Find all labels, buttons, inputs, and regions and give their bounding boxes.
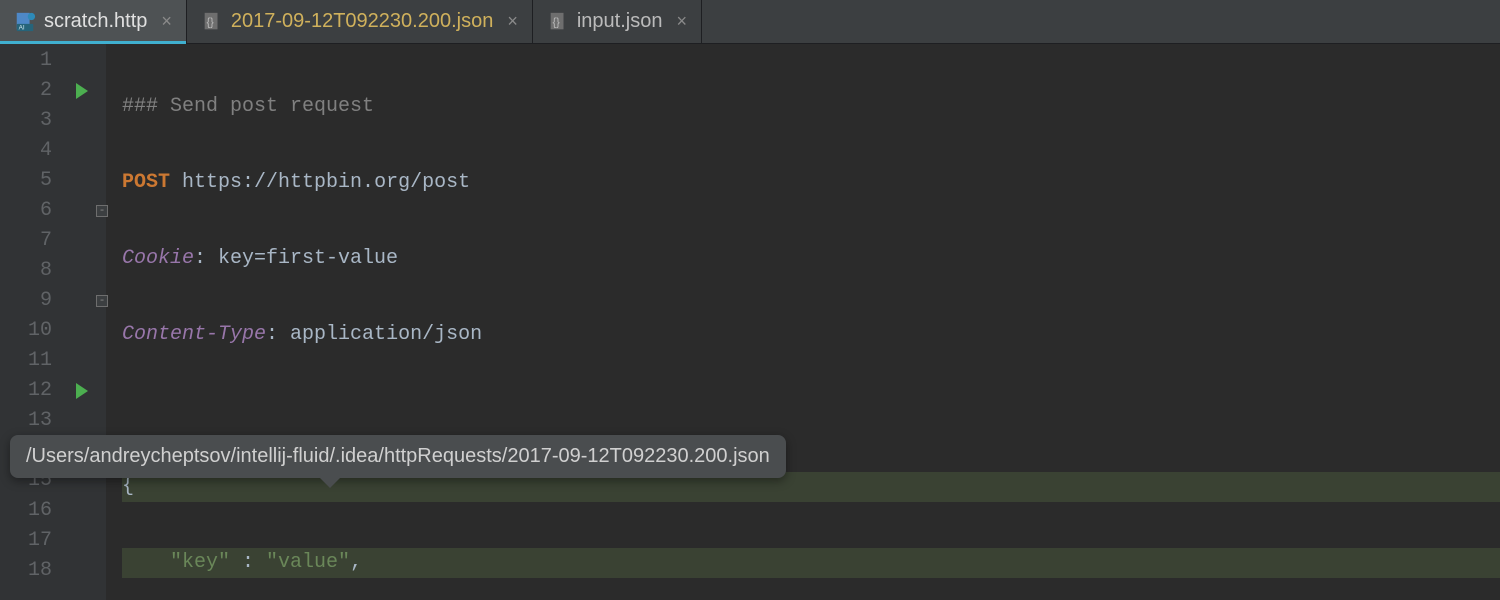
line-number: 8 [0,256,106,286]
line-number: 1 [0,46,106,76]
code-line: POST https://httpbin.org/post [122,168,1500,198]
code-editor[interactable]: 1 2 3 4 5 6- 7 8 9- 10 11 12 13 14 15 16… [0,44,1500,600]
line-number: 4 [0,136,106,166]
tab-input-json[interactable]: {} input.json × [533,0,702,43]
gutter: 1 2 3 4 5 6- 7 8 9- 10 11 12 13 14 15 16… [0,44,106,600]
line-number: 6- [0,196,106,226]
tab-json-response[interactable]: {} 2017-09-12T092230.200.json × [187,0,533,43]
close-icon[interactable]: × [161,11,172,32]
line-number: 18 [0,556,106,586]
code-line: "key" : "value", [122,548,1500,578]
svg-text:AI: AI [19,24,25,31]
run-icon[interactable] [76,383,88,399]
line-number: 16 [0,496,106,526]
tab-label: scratch.http [44,10,147,33]
line-number: 11 [0,346,106,376]
close-icon[interactable]: × [676,11,687,32]
line-number: 12 [0,376,106,406]
line-number: 9- [0,286,106,316]
run-icon[interactable] [76,83,88,99]
http-file-icon: AI [14,11,36,33]
json-file-icon: {} [201,11,223,33]
line-number: 5 [0,166,106,196]
code-area[interactable]: ### Send post request POST https://httpb… [106,44,1500,600]
svg-text:{}: {} [206,16,214,28]
tab-bar: AI scratch.http × {} 2017-09-12T092230.2… [0,0,1500,44]
line-number: 10 [0,316,106,346]
line-number: 3 [0,106,106,136]
code-line: Content-Type: application/json [122,320,1500,350]
tab-label: 2017-09-12T092230.200.json [231,10,493,33]
code-line: Cookie: key=first-value [122,244,1500,274]
code-line: ### Send post request [122,92,1500,122]
close-icon[interactable]: × [507,11,518,32]
line-number: 2 [0,76,106,106]
line-number: 17 [0,526,106,556]
line-number: 13 [0,406,106,436]
tab-label: input.json [577,10,663,33]
svg-text:{}: {} [552,16,560,28]
line-number: 7 [0,226,106,256]
path-tooltip: /Users/andreycheptsov/intellij-fluid/.id… [10,435,786,478]
code-line [122,396,1500,426]
json-file-icon: {} [547,11,569,33]
tab-scratch-http[interactable]: AI scratch.http × [0,0,187,43]
